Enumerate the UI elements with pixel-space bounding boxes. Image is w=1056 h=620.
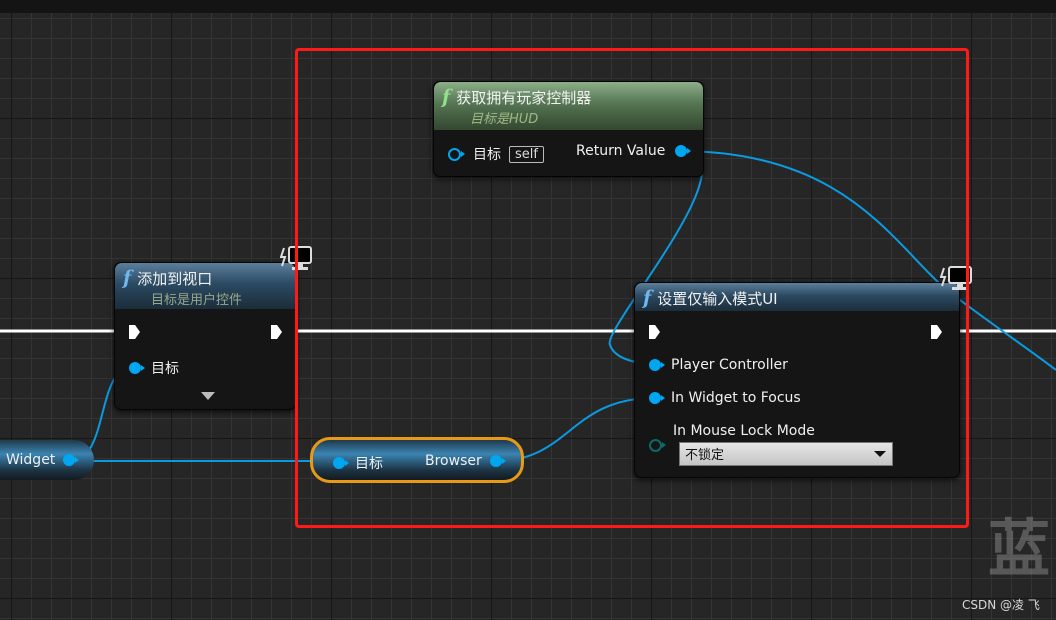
widget-output-pin[interactable] bbox=[63, 454, 80, 466]
widget-variable-node[interactable]: Widget bbox=[0, 440, 94, 480]
node-subtitle: 目标是用户控件 bbox=[151, 293, 243, 308]
credit-text: CSDN @凌 飞 bbox=[962, 598, 1040, 612]
add-to-viewport-node[interactable]: f 添加到视口 目标是用户控件 目标 bbox=[114, 262, 296, 410]
node-header: f 添加到视口 目标是用户控件 bbox=[115, 263, 295, 309]
function-icon: f bbox=[123, 267, 132, 289]
exec-output-pin[interactable] bbox=[271, 325, 282, 339]
widget-label: Widget bbox=[6, 452, 56, 468]
blueprint-watermark: 蓝 bbox=[988, 512, 1051, 585]
node-title: 添加到视口 bbox=[137, 270, 213, 288]
exec-input-pin[interactable] bbox=[129, 325, 140, 339]
highlight-annotation-box bbox=[295, 48, 969, 528]
target-label: 目标 bbox=[151, 361, 179, 377]
top-toolbar-strip bbox=[0, 0, 1056, 13]
target-input-pin[interactable] bbox=[129, 362, 145, 374]
chevron-down-icon[interactable] bbox=[201, 392, 215, 400]
